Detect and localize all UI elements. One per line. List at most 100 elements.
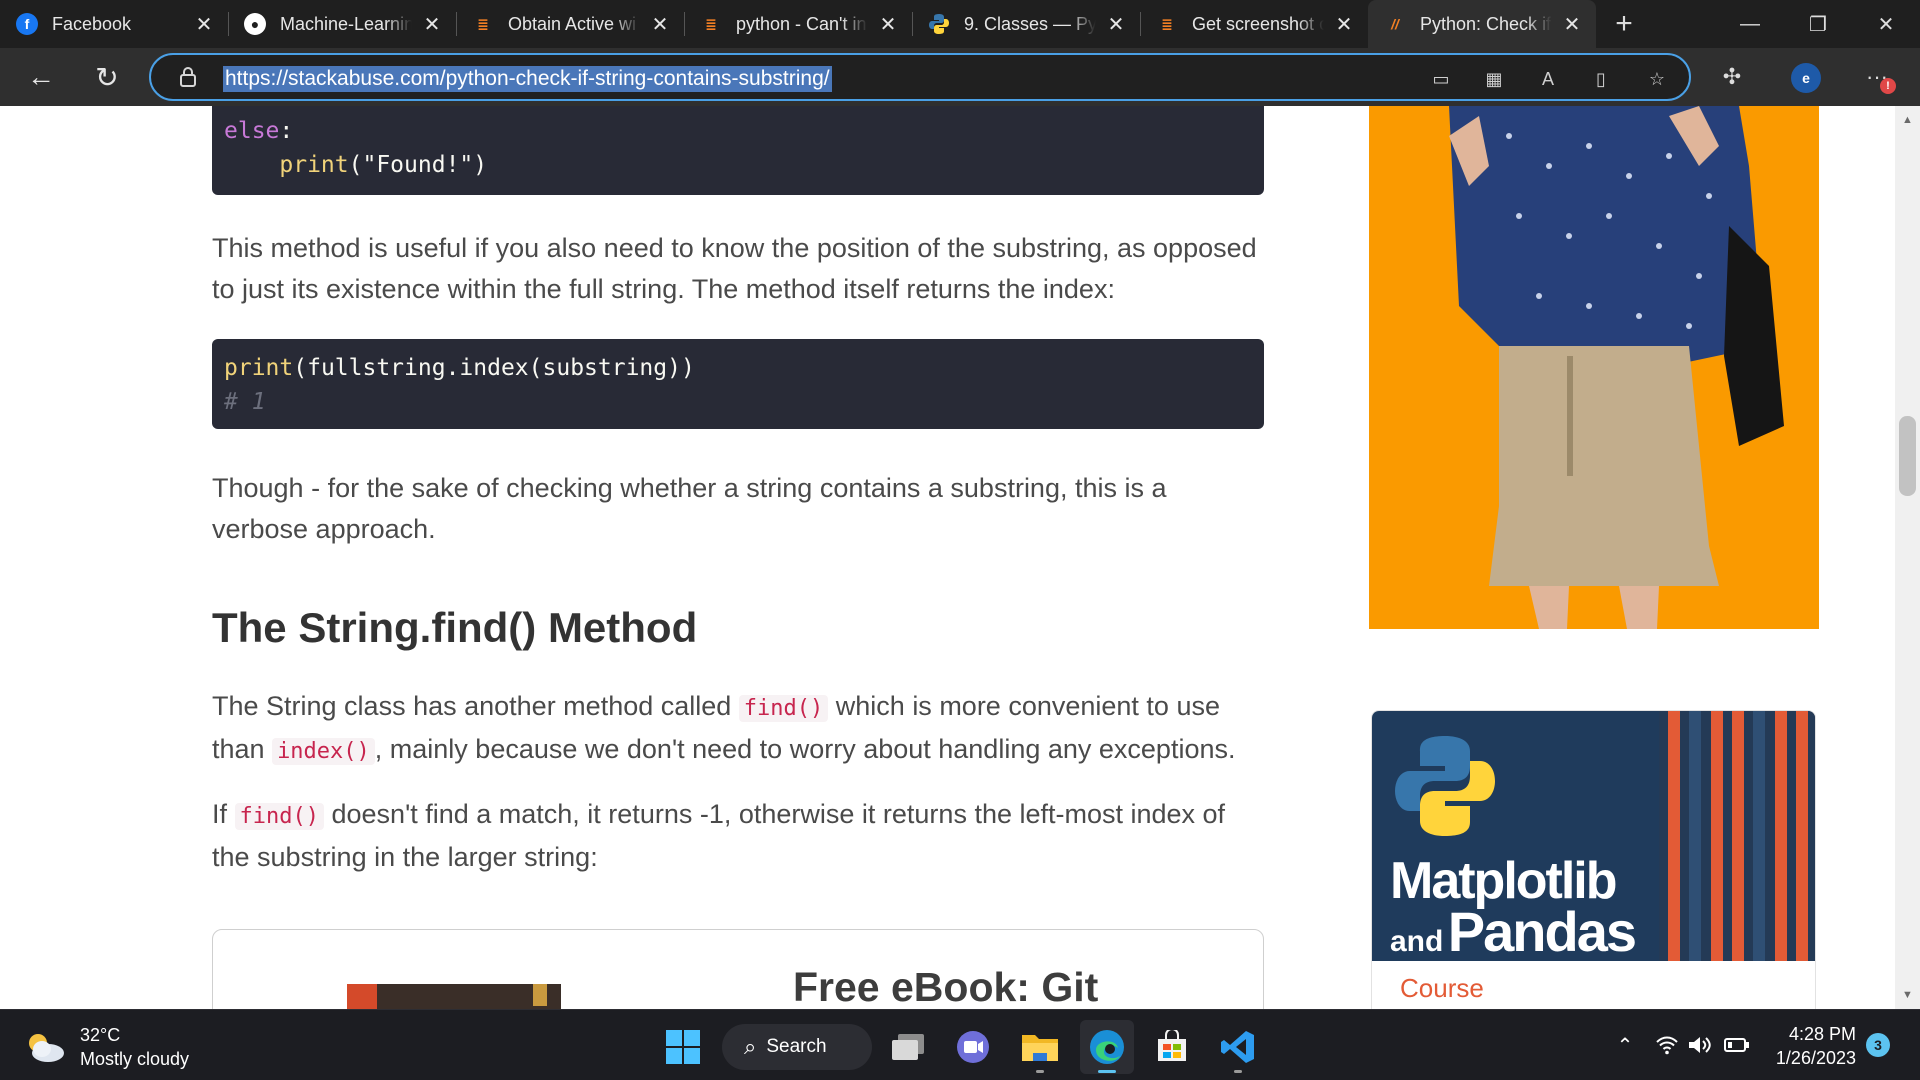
clock-time: 4:28 PM bbox=[1788, 1024, 1856, 1044]
ebook-cover-image bbox=[347, 984, 561, 1009]
restore-icon[interactable]: ❐ bbox=[1784, 0, 1852, 48]
back-arrow-icon[interactable]: ← bbox=[21, 57, 61, 97]
tab-title: Get screenshot o bbox=[1192, 13, 1324, 34]
close-icon[interactable]: ✕ bbox=[876, 12, 900, 36]
inline-code: find() bbox=[738, 695, 829, 722]
tab-stackoverflow-2[interactable]: ≣ python - Can't in ✕ bbox=[684, 0, 912, 48]
file-explorer-button[interactable] bbox=[1013, 1020, 1067, 1074]
minimize-icon[interactable]: — bbox=[1716, 0, 1784, 48]
battery-icon[interactable] bbox=[1722, 1030, 1752, 1060]
ebook-title[interactable]: Free eBook: Git bbox=[793, 964, 1098, 1009]
url-text[interactable]: https://stackabuse.com/python-check-if-s… bbox=[223, 66, 832, 92]
close-icon[interactable]: ✕ bbox=[1560, 12, 1584, 36]
github-icon: ● bbox=[244, 13, 266, 35]
add-favorite-icon[interactable]: ☆ bbox=[1644, 67, 1670, 91]
model-photo bbox=[1449, 106, 1784, 629]
tab-title: 9. Classes — Pyt bbox=[964, 13, 1096, 34]
tab-title: Facebook bbox=[52, 13, 132, 34]
scrollbar-thumb[interactable] bbox=[1899, 416, 1916, 496]
close-icon[interactable]: ✕ bbox=[192, 12, 216, 36]
reader-view-icon[interactable]: ▯ bbox=[1588, 67, 1614, 91]
window-controls: — ❐ ✕ bbox=[1716, 0, 1920, 48]
lock-icon[interactable] bbox=[179, 67, 197, 87]
close-icon[interactable]: ✕ bbox=[420, 12, 444, 36]
cloud-icon bbox=[24, 1029, 66, 1065]
course-card[interactable]: Matplotlib and Pandas Course bbox=[1371, 710, 1816, 1009]
course-banner: Matplotlib and Pandas bbox=[1372, 711, 1815, 963]
tab-title: Python: Check if bbox=[1420, 13, 1552, 34]
task-view-button[interactable] bbox=[881, 1020, 935, 1074]
paragraph: This method is useful if you also need t… bbox=[212, 233, 1257, 304]
tab-python-docs[interactable]: 9. Classes — Pyt ✕ bbox=[912, 0, 1140, 48]
tab-strip: f Facebook ✕ ● Machine-Learnin ✕ ≣ Obtai… bbox=[0, 0, 1920, 48]
sidebar-ad-image[interactable] bbox=[1369, 106, 1819, 629]
apps-icon[interactable]: ▦ bbox=[1481, 67, 1507, 91]
course-link[interactable]: Course bbox=[1400, 973, 1484, 1004]
browser-toolbar: ← ↻ https://stackabuse.com/python-check-… bbox=[0, 48, 1920, 106]
code-block: print(fullstring.index(substring)) # 1 bbox=[212, 339, 1264, 429]
notification-badge[interactable]: 3 bbox=[1866, 1033, 1890, 1057]
tab-title: Obtain Active wi bbox=[508, 13, 637, 34]
taskbar-search[interactable]: ⌕ Search bbox=[722, 1024, 872, 1070]
search-icon: ⌕ bbox=[744, 1034, 757, 1059]
windows-icon bbox=[666, 1030, 700, 1064]
tab-stackabuse-active[interactable]: // Python: Check if ✕ bbox=[1368, 0, 1596, 48]
task-view-icon bbox=[892, 1034, 924, 1060]
page-viewport: else: print("Found!") This method is use… bbox=[0, 106, 1920, 1009]
paragraph: If find() doesn't find a match, it retur… bbox=[212, 799, 1226, 872]
extensions-icon[interactable]: ✣ bbox=[1712, 57, 1752, 97]
scroll-up-icon[interactable]: ▲ bbox=[1895, 110, 1920, 130]
ebook-promo[interactable]: Free eBook: Git bbox=[212, 929, 1264, 1009]
vscode-icon bbox=[1221, 1031, 1254, 1063]
store-button[interactable] bbox=[1145, 1020, 1199, 1074]
stackoverflow-icon: ≣ bbox=[705, 15, 717, 32]
teams-chat-button[interactable] bbox=[946, 1020, 1000, 1074]
new-tab-button[interactable]: + bbox=[1600, 0, 1648, 48]
chat-icon bbox=[957, 1031, 989, 1063]
system-clock[interactable]: 4:28 PM 1/26/2023 bbox=[1770, 1022, 1856, 1070]
edge-icon bbox=[1090, 1030, 1124, 1064]
close-icon[interactable]: ✕ bbox=[1104, 12, 1128, 36]
facebook-icon: f bbox=[16, 13, 38, 35]
show-hidden-icons-icon[interactable]: ⌃ bbox=[1610, 1030, 1640, 1060]
edge-browser-button[interactable] bbox=[1080, 1020, 1134, 1074]
tab-facebook[interactable]: f Facebook ✕ bbox=[0, 0, 228, 48]
store-icon bbox=[1158, 1030, 1186, 1061]
folder-icon bbox=[1022, 1035, 1058, 1061]
scroll-down-icon[interactable]: ▼ bbox=[1895, 985, 1920, 1005]
tab-stackoverflow-1[interactable]: ≣ Obtain Active wi ✕ bbox=[456, 0, 684, 48]
stackoverflow-icon: ≣ bbox=[1161, 15, 1173, 32]
code-line: print("Found!") bbox=[279, 152, 488, 178]
code-line: else: bbox=[224, 118, 294, 144]
course-subtitle: and Pandas bbox=[1390, 900, 1637, 963]
vscode-button[interactable] bbox=[1211, 1020, 1265, 1074]
paragraph: Though - for the sake of checking whethe… bbox=[212, 473, 1167, 544]
volume-icon[interactable] bbox=[1685, 1030, 1715, 1060]
close-icon[interactable]: ✕ bbox=[648, 12, 672, 36]
stackabuse-icon: // bbox=[1391, 16, 1399, 32]
inline-code: index() bbox=[272, 738, 375, 765]
python-icon bbox=[928, 13, 950, 35]
code-comment: # 1 bbox=[224, 389, 266, 415]
search-label: Search bbox=[766, 1036, 827, 1057]
start-button[interactable] bbox=[656, 1020, 710, 1074]
refresh-icon[interactable]: ↻ bbox=[87, 57, 127, 97]
wifi-icon[interactable] bbox=[1652, 1030, 1682, 1060]
tab-github[interactable]: ● Machine-Learnin ✕ bbox=[228, 0, 456, 48]
weather-description: Mostly cloudy bbox=[80, 1049, 190, 1069]
weather-temperature: 32°C bbox=[80, 1025, 121, 1045]
page-scrollbar[interactable]: ▲ ▼ bbox=[1895, 106, 1920, 1009]
code-block: else: print("Found!") bbox=[212, 106, 1264, 195]
weather-widget[interactable]: 32°C Mostly cloudy bbox=[24, 1023, 189, 1071]
stackoverflow-icon: ≣ bbox=[477, 15, 489, 32]
tab-stackoverflow-3[interactable]: ≣ Get screenshot o ✕ bbox=[1140, 0, 1368, 48]
profile-avatar-icon[interactable]: e bbox=[1791, 63, 1821, 93]
device-icon[interactable]: ▭ bbox=[1428, 67, 1454, 91]
close-icon[interactable]: ✕ bbox=[1332, 12, 1356, 36]
close-window-icon[interactable]: ✕ bbox=[1852, 0, 1920, 48]
tab-title: python - Can't in bbox=[736, 13, 867, 34]
read-aloud-icon[interactable]: A bbox=[1535, 67, 1561, 91]
tab-title: Machine-Learnin bbox=[280, 13, 412, 34]
clock-date: 1/26/2023 bbox=[1775, 1048, 1856, 1068]
address-bar[interactable]: https://stackabuse.com/python-check-if-s… bbox=[149, 53, 1691, 101]
